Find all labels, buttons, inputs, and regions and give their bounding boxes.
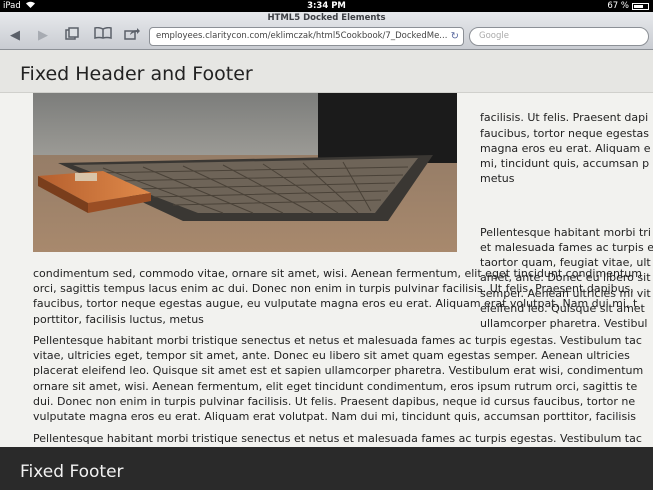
battery-icon <box>632 2 649 10</box>
search-input[interactable]: Google <box>469 27 649 46</box>
footer-title: Fixed Footer <box>20 462 124 482</box>
fixed-header: Fixed Header and Footer <box>0 50 653 93</box>
gallery-photo <box>33 93 457 252</box>
clock: 3:34 PM <box>307 1 346 11</box>
header-title: Fixed Header and Footer <box>20 63 253 85</box>
browser-toolbar: HTML5 Docked Elements ◀ ▶ employees.clar… <box>0 12 653 50</box>
battery-percent: 67 % <box>607 1 629 11</box>
bookmarks-icon[interactable] <box>92 26 114 45</box>
page-content: facilisis. Ut felis. Praesent dapi fauci… <box>0 93 653 447</box>
pages-icon[interactable] <box>61 27 83 45</box>
url-text: employees.claritycon.com/eklimczak/html5… <box>156 31 448 41</box>
body-paragraph: Pellentesque habitant morbi tristique se… <box>33 432 642 445</box>
battery-fill <box>634 4 643 8</box>
battery-indicator: 67 % <box>607 0 649 12</box>
page-title: HTML5 Docked Elements <box>267 13 386 23</box>
share-icon[interactable] <box>121 27 143 45</box>
back-icon[interactable]: ◀ <box>4 27 26 45</box>
status-bar: iPad 3:34 PM 67 % <box>0 0 653 12</box>
sidebar-paragraph: facilisis. Ut felis. Praesent dapi fauci… <box>480 111 651 186</box>
forward-icon[interactable]: ▶ <box>32 27 54 45</box>
fixed-footer: Fixed Footer <box>0 447 653 490</box>
body-paragraph: condimentum sed, commodo vitae, ornare s… <box>33 267 642 326</box>
address-bar[interactable]: employees.claritycon.com/eklimczak/html5… <box>149 27 464 46</box>
body-paragraph: Pellentesque habitant morbi tristique se… <box>33 334 644 424</box>
reload-icon[interactable]: ↻ <box>451 28 459 45</box>
sidebar-text: facilisis. Ut felis. Praesent dapi fauci… <box>480 93 653 370</box>
